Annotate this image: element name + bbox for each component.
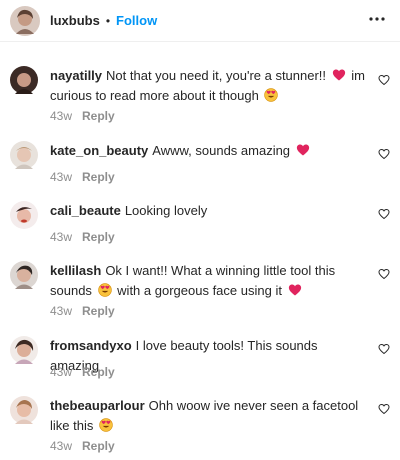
comment-username[interactable]: kate_on_beauty (50, 143, 148, 158)
comment-text: kate_on_beauty Awww, sounds amazing (50, 141, 370, 161)
comment-meta: 43w Reply (50, 169, 115, 185)
comment-username[interactable]: kellilash (50, 263, 101, 278)
post-author-username[interactable]: luxbubs (50, 13, 100, 28)
comment-text-part: Awww, sounds amazing (152, 143, 291, 158)
follow-button[interactable]: Follow (116, 13, 157, 28)
comment-username[interactable]: cali_beaute (50, 203, 121, 218)
red-heart-emoji (296, 143, 310, 157)
like-heart-icon[interactable] (378, 403, 390, 415)
reply-button[interactable]: Reply (82, 365, 115, 379)
comment-username[interactable]: nayatilly (50, 68, 102, 83)
red-heart-emoji (332, 68, 346, 82)
post-header: luxbubs • Follow (0, 0, 400, 42)
comment-username[interactable]: fromsandyxo (50, 338, 132, 353)
comment-text-part: with a gorgeous face using it (117, 283, 282, 298)
kellilash-avatar[interactable] (10, 261, 38, 289)
comment-meta: 43w Reply (50, 108, 115, 124)
comment-text: thebeauparlour Ohh woow ive never seen a … (50, 396, 370, 436)
like-heart-icon[interactable] (378, 208, 390, 220)
comment-text-part: Not that you need it, you're a stunner!! (106, 68, 327, 83)
comment-meta: 43w Reply (50, 364, 115, 380)
separator-dot: • (105, 13, 111, 28)
like-heart-icon[interactable] (378, 148, 390, 160)
comment-time: 43w (50, 170, 73, 184)
comment-meta: 43w Reply (50, 229, 115, 245)
comment-text-part: Looking lovely (124, 203, 208, 218)
comment-time: 43w (50, 304, 73, 318)
like-heart-icon[interactable] (378, 74, 390, 86)
cali-beaute-avatar[interactable] (10, 201, 38, 229)
nayatilly-avatar[interactable] (10, 66, 38, 94)
reply-button[interactable]: Reply (82, 230, 115, 244)
comment-time: 43w (50, 109, 73, 123)
reply-button[interactable]: Reply (82, 439, 115, 453)
reply-button[interactable]: Reply (82, 109, 115, 123)
comment-time: 43w (50, 365, 73, 379)
reply-button[interactable]: Reply (82, 170, 115, 184)
comment-text: cali_beaute Looking lovely (50, 201, 370, 221)
comment-time: 43w (50, 439, 73, 453)
red-heart-emoji (288, 283, 302, 297)
comment-username[interactable]: thebeauparlour (50, 398, 145, 413)
reply-button[interactable]: Reply (82, 304, 115, 318)
fromsandyxo-avatar[interactable] (10, 336, 38, 364)
comment-meta: 43w Reply (50, 303, 115, 319)
comment-text: kellilash Ok I want!! What a winning litt… (50, 261, 370, 301)
like-heart-icon[interactable] (378, 343, 390, 355)
comment-time: 43w (50, 230, 73, 244)
comment-meta: 43w Reply (50, 438, 115, 454)
luxbubs-avatar[interactable] (10, 5, 40, 36)
heart-eyes-emoji (98, 283, 112, 297)
heart-eyes-emoji (264, 88, 278, 102)
comment-text: nayatilly Not that you need it, you're a … (50, 66, 370, 106)
thebeauparlour-avatar[interactable] (10, 396, 38, 424)
like-heart-icon[interactable] (378, 268, 390, 280)
more-options-icon[interactable] (368, 12, 386, 26)
kate-on-beauty-avatar[interactable] (10, 141, 38, 169)
heart-eyes-emoji (99, 418, 113, 432)
